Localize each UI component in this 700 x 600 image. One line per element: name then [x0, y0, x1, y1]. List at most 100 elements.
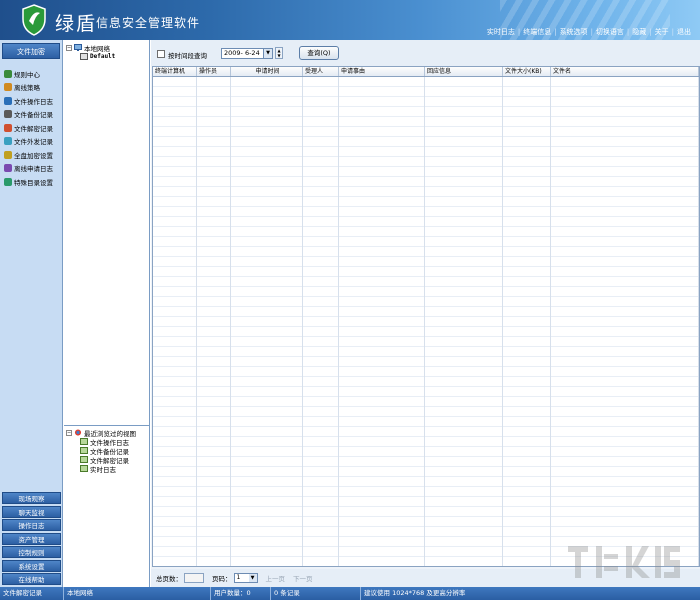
column-header[interactable]: 操作员 [197, 67, 231, 76]
sidebar-item-special-directory[interactable]: 特殊目录设置 [0, 175, 62, 189]
sidebar-item-label: 全盘加密设置 [14, 151, 53, 160]
sidebar-item-file-decrypt-record[interactable]: 文件解密记录 [0, 121, 62, 135]
shield-logo-icon [22, 4, 46, 36]
menu-terminal-info[interactable]: 终端信息 [520, 27, 554, 37]
watermark-logo [568, 546, 680, 578]
network-tree: − 本地网络 Default [66, 43, 148, 61]
page-number-label: 页码： [212, 575, 232, 583]
tree-node-label: 实时日志 [90, 465, 116, 474]
sidebar-item-offline-policy[interactable]: 离线策略 [0, 81, 62, 95]
collapse-icon[interactable]: − [66, 44, 72, 51]
network-icon [74, 44, 82, 51]
time-range-label: 按时间段查询 [168, 52, 207, 60]
date-spinner[interactable]: ▲ ▼ [275, 47, 283, 59]
menu-hide[interactable]: 隐藏 [629, 27, 649, 37]
sidebar-button-online-help[interactable]: 在线帮助 [2, 573, 61, 585]
log-view-icon [80, 447, 88, 454]
request-log-icon [4, 164, 12, 173]
sidebar-button-live-view[interactable]: 现场观察 [2, 492, 61, 504]
sidebar-button-operation-log[interactable]: 操作日志 [2, 519, 61, 531]
sidebar-item-rule-center[interactable]: 规则中心 [0, 67, 62, 81]
offline-policy-icon [4, 83, 12, 92]
sidebar-button-asset-management[interactable]: 资产管理 [2, 532, 61, 545]
file-log-icon [4, 96, 12, 105]
date-picker[interactable]: 2009- 6-24 ▼ [221, 48, 273, 59]
status-bar: 文件解密记录 本地网络 用户数量：0 0 条记录 建议使用 1024*768 及… [0, 587, 700, 600]
outgoing-icon [4, 137, 12, 146]
column-header[interactable]: 申请时间 [231, 67, 303, 76]
time-range-checkbox[interactable] [157, 50, 165, 58]
network-tree-panel: − 本地网络 Default − 最近浏览过的视图 文件操作日志 文件备份记录 … [64, 40, 150, 587]
backup-icon [4, 110, 12, 119]
app-title: 绿盾 [55, 13, 98, 35]
sidebar-button-system-settings[interactable]: 系统设置 [2, 559, 61, 572]
menu-system-options[interactable]: 系统选项 [557, 27, 591, 37]
status-current-view: 文件解密记录 [0, 587, 64, 600]
status-record-count: 0 条记录 [271, 587, 361, 600]
menu-about[interactable]: 关于 [652, 27, 672, 37]
decrypt-icon [4, 123, 12, 132]
sidebar-item-file-backup-record[interactable]: 文件备份记录 [0, 108, 62, 122]
sidebar-item-label: 文件操作日志 [14, 97, 53, 106]
sidebar-item-label: 文件外发记录 [14, 138, 53, 147]
sidebar-item-label: 文件备份记录 [14, 111, 53, 120]
top-menu: 实时日志 | 终端信息 | 系统选项 | 切换语言 | 隐藏 | 关于 | 退出 [484, 27, 694, 37]
tree-node-local-network[interactable]: − 本地网络 [66, 43, 148, 53]
sidebar-bottom-buttons: 现场观察 聊天监视 操作日志 资产管理 控制规则 系统设置 在线帮助 [2, 491, 61, 585]
menu-switch-language[interactable]: 切换语言 [593, 27, 627, 37]
column-header[interactable]: 文件大小(KB) [503, 67, 551, 76]
sidebar-button-chat-monitor[interactable]: 聊天监视 [2, 505, 61, 518]
collapse-icon[interactable]: − [66, 429, 72, 436]
sidebar-section-file-encryption[interactable]: 文件加密 [2, 43, 60, 59]
query-button[interactable]: 查询(Q) [299, 46, 339, 60]
sidebar-item-label: 特殊目录设置 [14, 178, 53, 187]
sidebar-list: 规则中心 离线策略 文件操作日志 文件备份记录 文件解密记录 文件外发记录 全盘… [0, 67, 62, 189]
table-header: 终端计算机 操作员 申请时间 受理人 申请事由 回应信息 文件大小(KB) 文件… [153, 67, 699, 77]
sidebar-item-label: 离线策略 [14, 84, 40, 93]
column-header[interactable]: 申请事由 [339, 67, 425, 76]
table-body[interactable] [153, 77, 699, 566]
status-network: 本地网络 [64, 587, 211, 600]
sidebar-button-control-rules[interactable]: 控制规则 [2, 546, 61, 558]
sidebar-item-label: 离线申请日志 [14, 165, 53, 174]
menu-exit[interactable]: 退出 [674, 27, 694, 37]
tree-node-label: 本地网络 [84, 44, 110, 53]
app-subtitle: 信息安全管理软件 [96, 16, 201, 30]
group-icon [80, 53, 88, 60]
log-view-icon [80, 438, 88, 445]
folder-icon [4, 177, 12, 186]
column-gridlines [153, 77, 699, 566]
page-number-select[interactable]: 1 ▼ [233, 573, 258, 583]
total-pages-field [184, 573, 204, 583]
column-header[interactable]: 终端计算机 [153, 67, 197, 76]
total-pages-label: 总页数： [156, 575, 182, 583]
sidebar-item-label: 文件解密记录 [14, 124, 53, 133]
status-user-count: 用户数量：0 [211, 587, 271, 600]
records-table[interactable]: 终端计算机 操作员 申请时间 受理人 申请事由 回应信息 文件大小(KB) 文件… [152, 66, 700, 567]
log-view-icon [80, 456, 88, 463]
tree-node-label: Default [90, 53, 116, 60]
status-resolution-hint: 建议使用 1024*768 及更高分辨率 [364, 589, 466, 597]
sidebar-item-file-outgoing-record[interactable]: 文件外发记录 [0, 135, 62, 149]
disk-icon [4, 150, 12, 159]
sidebar-item-offline-request-log[interactable]: 离线申请日志 [0, 162, 62, 176]
menu-realtime-log[interactable]: 实时日志 [484, 27, 518, 37]
chevron-down-icon[interactable]: ▼ [248, 574, 257, 582]
column-header[interactable]: 受理人 [303, 67, 339, 76]
sidebar-item-full-disk-encryption[interactable]: 全盘加密设置 [0, 148, 62, 162]
date-value: 2009- 6-24 [224, 49, 260, 57]
rule-center-icon [4, 69, 12, 78]
column-header[interactable]: 文件名 [551, 67, 699, 76]
next-page-button[interactable]: 下一页 [293, 573, 313, 583]
main-panel: 按时间段查询 2009- 6-24 ▼ ▲ ▼ 查询(Q) 终端计算机 操作员 申… [151, 40, 700, 587]
tree-node-recent-item[interactable]: 实时日志 [66, 464, 148, 474]
chevron-down-icon[interactable]: ▼ [263, 49, 272, 58]
left-sidebar: 文件加密 规则中心 离线策略 文件操作日志 文件备份记录 文件解密记录 文件外发… [0, 40, 63, 587]
prev-page-button[interactable]: 上一页 [266, 573, 286, 583]
app-header: 绿盾 信息安全管理软件 实时日志 | 终端信息 | 系统选项 | 切换语言 | 隐藏 | … [0, 0, 700, 40]
column-header[interactable]: 回应信息 [425, 67, 503, 76]
log-view-icon [80, 465, 88, 472]
sidebar-item-file-operation-log[interactable]: 文件操作日志 [0, 94, 62, 108]
recent-views-tree: − 最近浏览过的视图 文件操作日志 文件备份记录 文件解密记录 实时日志 [64, 425, 150, 587]
tree-node-default-group[interactable]: Default [66, 52, 148, 61]
